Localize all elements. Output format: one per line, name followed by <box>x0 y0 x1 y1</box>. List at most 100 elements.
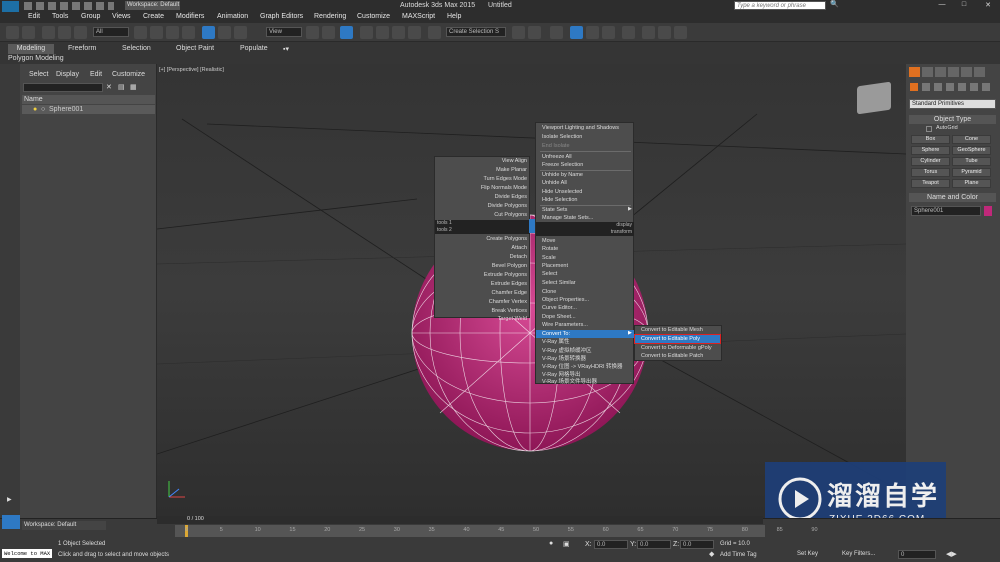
layers-icon[interactable] <box>2 515 20 529</box>
render-setup-icon[interactable] <box>642 26 655 39</box>
quad-item-vray-bitmap-converter[interactable]: V-Ray 位图 -> VRayHDRI 转换器 <box>536 363 634 371</box>
scene-explorer-icon[interactable] <box>570 26 583 39</box>
quad-item-end-isolate[interactable]: End Isolate <box>536 142 634 150</box>
clear-icon[interactable]: ✕ <box>106 83 112 91</box>
quad-item-cut-polygons[interactable]: Cut Polygons <box>435 211 530 219</box>
z-coord-field[interactable]: 0.0 <box>680 540 714 549</box>
scene-tab-edit[interactable]: Edit <box>90 71 102 78</box>
object-color-swatch[interactable] <box>984 206 992 216</box>
quad-item-vray-properties[interactable]: V-Ray 属性 <box>536 338 634 346</box>
mirror-icon[interactable] <box>512 26 525 39</box>
quad-item-manage-state-sets[interactable]: Manage State Sets... <box>536 214 634 222</box>
bind-space-warp-icon[interactable] <box>74 26 87 39</box>
scene-tab-display[interactable]: Display <box>56 71 79 78</box>
close-button[interactable]: ✕ <box>982 1 994 10</box>
quad-item-extrude-edges[interactable]: Extrude Edges <box>435 280 530 288</box>
workspace-dropdown[interactable]: Workspace: Default <box>125 1 180 10</box>
menu-maxscript[interactable]: MAXScript <box>402 13 435 20</box>
search-input[interactable]: Type a keyword or phrase <box>734 1 826 10</box>
quad-item-divide-edges[interactable]: Divide Edges <box>435 193 530 201</box>
perspective-viewport[interactable]: [+] [Perspective] [Realistic] View Align… <box>157 64 906 518</box>
render-production-icon[interactable] <box>674 26 687 39</box>
maximize-button[interactable]: □ <box>958 1 970 10</box>
quad-item-break-vertices[interactable]: Break Vertices <box>435 307 530 315</box>
cylinder-button[interactable]: Cylinder <box>911 157 950 166</box>
absolute-mode-icon[interactable]: ▣ <box>563 540 570 548</box>
select-object-icon[interactable] <box>134 26 147 39</box>
menu-rendering[interactable]: Rendering <box>314 13 346 20</box>
quad-item-chamfer-vertex[interactable]: Chamfer Vertex <box>435 298 530 306</box>
menu-animation[interactable]: Animation <box>217 13 248 20</box>
rotate-icon[interactable] <box>218 26 231 39</box>
quad-item-vray-scene-converter[interactable]: V-Ray 场景转换器 <box>536 355 634 363</box>
menu-graph-editors[interactable]: Graph Editors <box>260 13 303 20</box>
minimize-button[interactable]: — <box>936 1 948 10</box>
lights-icon[interactable] <box>934 83 942 91</box>
plane-button[interactable]: Plane <box>952 179 991 188</box>
hierarchy-tab-icon[interactable] <box>935 67 946 77</box>
quad-item-select[interactable]: Select <box>536 270 634 278</box>
display-tab-icon[interactable] <box>961 67 972 77</box>
rollout-object-type[interactable]: Object Type <box>909 115 996 124</box>
quad-item-rotate[interactable]: Rotate <box>536 245 634 253</box>
quad-item-convert-to[interactable]: Convert To: <box>536 330 634 338</box>
geosphere-button[interactable]: GeoSphere <box>952 146 991 155</box>
quad-item-move[interactable]: Move <box>536 237 634 245</box>
create-tab-icon[interactable] <box>909 67 920 77</box>
quad-item-unfreeze-all[interactable]: Unfreeze All <box>536 153 634 161</box>
visibility-icon[interactable]: ○ <box>41 105 45 114</box>
ribbon-tab-populate[interactable]: Populate <box>240 45 268 52</box>
quad-item-vray-scene-export[interactable]: V-Ray 场景文件导出器 <box>536 378 634 386</box>
ribbon-tab-freeform[interactable]: Freeform <box>68 45 96 52</box>
quad-item-dope-sheet[interactable]: Dope Sheet... <box>536 313 634 321</box>
ribbon-sublabel[interactable]: Polygon Modeling <box>8 55 64 62</box>
quad-item-isolate-selection[interactable]: Isolate Selection <box>536 133 634 141</box>
quad-item-wire-parameters[interactable]: Wire Parameters... <box>536 321 634 329</box>
viewcube-icon[interactable] <box>857 81 891 115</box>
scene-search-input[interactable] <box>23 83 103 92</box>
scale-icon[interactable] <box>234 26 247 39</box>
motion-tab-icon[interactable] <box>948 67 959 77</box>
tube-button[interactable]: Tube <box>952 157 991 166</box>
cameras-icon[interactable] <box>946 83 954 91</box>
geometry-icon[interactable] <box>910 83 918 91</box>
link-icon[interactable] <box>42 26 55 39</box>
quad-item-view-align[interactable]: View Align <box>435 157 530 165</box>
cone-button[interactable]: Cone <box>952 135 991 144</box>
quad-item-divide-polygons[interactable]: Divide Polygons <box>435 202 530 210</box>
rect-selection-icon[interactable] <box>166 26 179 39</box>
key-filters-button[interactable]: Key Filters... <box>842 551 875 557</box>
quad-item-chamfer-edge[interactable]: Chamfer Edge <box>435 289 530 297</box>
material-editor-icon[interactable] <box>622 26 635 39</box>
teapot-button[interactable]: Teapot <box>911 179 950 188</box>
snaps-toggle-icon[interactable] <box>360 26 373 39</box>
quad-item-freeze-selection[interactable]: Freeze Selection <box>536 161 634 169</box>
quad-item-placement[interactable]: Placement <box>536 262 634 270</box>
align-icon[interactable] <box>528 26 541 39</box>
quad-item-object-properties[interactable]: Object Properties... <box>536 296 634 304</box>
modify-tab-icon[interactable] <box>922 67 933 77</box>
systems-icon[interactable] <box>982 83 990 91</box>
menu-customize[interactable]: Customize <box>357 13 390 20</box>
named-selection-sets-dropdown[interactable]: Create Selection S <box>446 27 506 37</box>
select-manipulate-icon[interactable] <box>322 26 335 39</box>
column-header-name[interactable]: Name <box>22 95 155 104</box>
move-icon[interactable] <box>202 26 215 39</box>
redo-icon[interactable] <box>22 26 35 39</box>
menu-tools[interactable]: Tools <box>52 13 68 20</box>
reference-coord-dropdown[interactable]: View <box>266 27 302 37</box>
quad-item-hide-unselected[interactable]: Hide Unselected <box>536 188 634 196</box>
quad-item-extrude-polygons[interactable]: Extrude Polygons <box>435 271 530 279</box>
quad-item-detach[interactable]: Detach <box>435 253 530 261</box>
ribbon-tab-selection[interactable]: Selection <box>122 45 151 52</box>
add-time-tag[interactable]: Add Time Tag <box>720 552 757 558</box>
set-key-button[interactable]: Set Key <box>797 551 818 557</box>
quad-item-state-sets[interactable]: State Sets <box>536 206 634 214</box>
scene-list-item[interactable]: ● ○ Sphere001 <box>22 105 155 114</box>
quad-item-scale[interactable]: Scale <box>536 254 634 262</box>
menu-create[interactable]: Create <box>143 13 164 20</box>
selection-filter-dropdown[interactable]: All <box>93 27 129 37</box>
unlink-icon[interactable] <box>58 26 71 39</box>
workspace-dropdown-bottom[interactable]: Workspace: Default <box>22 521 106 530</box>
ribbon-options-icon[interactable]: ▪▾ <box>283 45 289 53</box>
